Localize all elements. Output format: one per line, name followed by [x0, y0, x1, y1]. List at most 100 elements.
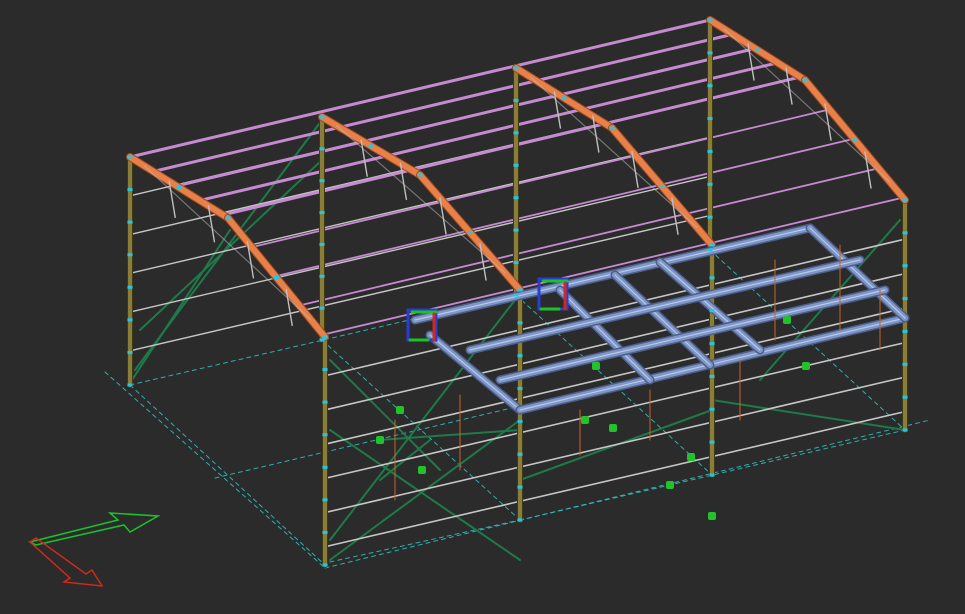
- support-marker: [666, 481, 674, 489]
- node-marker: [322, 563, 328, 567]
- bracing-member: [329, 359, 441, 471]
- node-marker: [517, 354, 523, 358]
- support-marker: [396, 406, 404, 414]
- node-marker: [517, 321, 523, 325]
- node-marker: [707, 182, 713, 186]
- roof-purlin: [221, 75, 802, 217]
- node-marker: [707, 248, 713, 252]
- grid-line: [104, 371, 326, 569]
- green-arrow: [27, 512, 161, 546]
- node-marker: [517, 452, 523, 456]
- node-marker: [709, 374, 715, 378]
- node-marker: [802, 78, 808, 82]
- support-marker: [418, 466, 426, 474]
- support-marker: [783, 316, 791, 324]
- node-marker: [322, 465, 328, 469]
- node-marker: [902, 198, 908, 202]
- node-marker: [709, 309, 715, 313]
- node-marker: [127, 350, 133, 354]
- node-marker: [274, 276, 279, 279]
- truss-bottom-chord: [529, 76, 698, 229]
- bracing-member: [329, 299, 516, 541]
- support-marker: [376, 436, 384, 444]
- node-marker: [709, 440, 715, 444]
- node-marker: [902, 329, 908, 333]
- node-marker: [127, 188, 133, 192]
- girt-rail: [324, 341, 906, 480]
- node-marker: [902, 231, 908, 235]
- node-marker: [127, 318, 133, 322]
- node-marker: [707, 18, 713, 22]
- node-marker: [707, 51, 713, 55]
- node-marker: [322, 335, 328, 339]
- node-marker: [517, 288, 523, 292]
- node-marker: [709, 473, 715, 477]
- node-marker: [319, 242, 325, 246]
- node-marker: [368, 144, 374, 148]
- support-marker: [802, 362, 810, 370]
- node-marker: [902, 297, 908, 301]
- node-marker: [127, 285, 133, 289]
- node-marker: [707, 215, 713, 219]
- support-marker: [592, 362, 600, 370]
- node-marker: [319, 179, 325, 183]
- node-marker: [513, 98, 519, 102]
- support-marker: [581, 416, 589, 424]
- node-marker: [755, 48, 760, 52]
- node-marker: [902, 264, 908, 268]
- support-marker: [609, 424, 617, 432]
- node-marker: [513, 196, 519, 200]
- node-marker: [467, 231, 473, 234]
- node-marker: [513, 293, 519, 297]
- axis-triad: [27, 512, 161, 587]
- red-arrow: [28, 537, 104, 587]
- node-marker: [709, 276, 715, 280]
- node-marker: [609, 126, 615, 130]
- roof-purlin: [198, 61, 780, 202]
- node-marker: [707, 84, 713, 88]
- node-marker: [709, 243, 715, 247]
- girt-rail: [324, 307, 906, 445]
- node-marker: [127, 253, 133, 257]
- node-marker: [322, 400, 328, 404]
- node-marker: [517, 518, 523, 522]
- node-marker: [322, 433, 328, 437]
- support-marker: [687, 453, 695, 461]
- node-marker: [322, 498, 328, 502]
- node-marker: [319, 338, 325, 342]
- node-marker: [127, 155, 133, 159]
- girt-rail: [324, 376, 906, 514]
- truss-bottom-chord: [144, 165, 312, 320]
- node-marker: [322, 368, 328, 372]
- node-marker: [902, 395, 908, 399]
- node-marker: [513, 261, 519, 265]
- grid-line: [129, 384, 326, 566]
- node-marker: [322, 530, 328, 534]
- node-marker: [513, 66, 519, 70]
- node-marker: [319, 306, 325, 310]
- node-marker: [417, 173, 423, 177]
- node-marker: [902, 428, 908, 432]
- node-marker: [225, 216, 231, 220]
- node-marker: [319, 274, 325, 278]
- node-marker: [319, 211, 325, 215]
- node-marker: [659, 185, 665, 188]
- node-marker: [176, 186, 182, 189]
- roof-purlin: [274, 137, 855, 278]
- truss-bottom-chord: [723, 28, 891, 183]
- node-marker: [319, 147, 325, 151]
- roof-purlin: [175, 47, 757, 188]
- bracing-member: [131, 229, 231, 381]
- structural-model-canvas[interactable]: [0, 0, 965, 614]
- node-marker: [513, 163, 519, 167]
- node-marker: [517, 387, 523, 391]
- model-viewport[interactable]: [0, 0, 965, 614]
- roof-purlin: [151, 32, 735, 173]
- support-marker: [708, 512, 716, 520]
- node-marker: [709, 342, 715, 346]
- node-marker: [513, 131, 519, 135]
- node-marker: [517, 419, 523, 423]
- node-marker: [707, 149, 713, 153]
- node-marker: [707, 117, 713, 121]
- node-marker: [513, 228, 519, 232]
